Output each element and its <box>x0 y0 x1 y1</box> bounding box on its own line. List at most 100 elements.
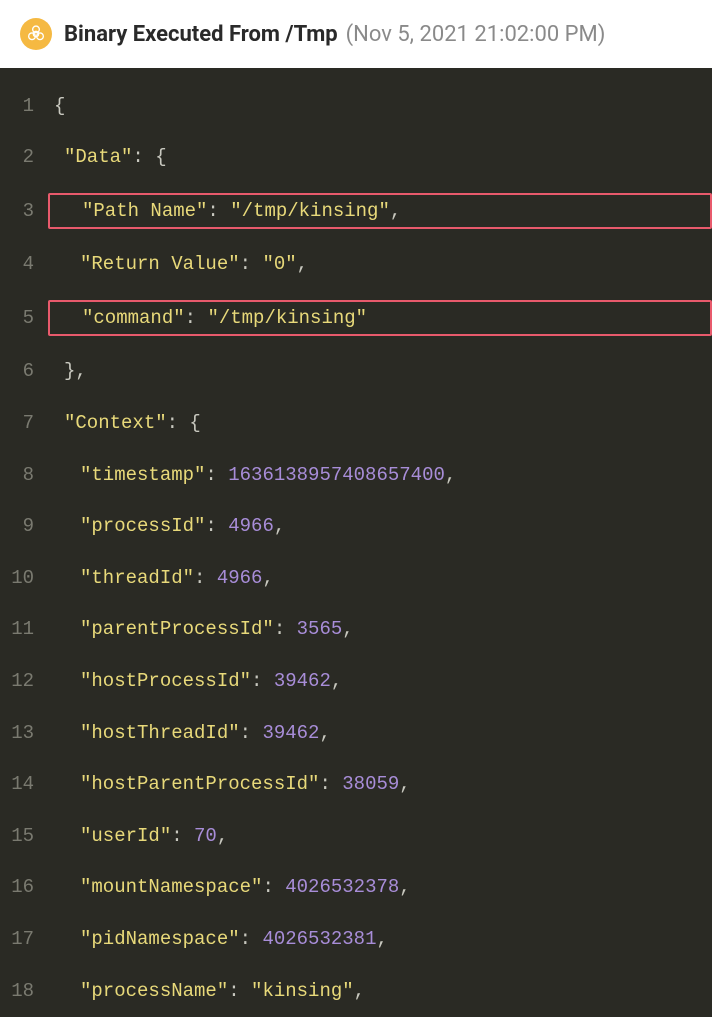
code-line: 1{ <box>0 80 712 132</box>
line-content: "parentProcessId": 3565, <box>48 613 712 646</box>
code-token: "userId" <box>80 825 171 847</box>
line-content: "hostThreadId": 39462, <box>48 717 712 750</box>
code-line: 15"userId": 70, <box>0 810 712 862</box>
alert-header: Binary Executed From /Tmp (Nov 5, 2021 2… <box>0 0 712 68</box>
code-token: : <box>240 253 263 275</box>
line-content: "processId": 4966, <box>48 510 712 543</box>
code-token: : { <box>132 146 166 168</box>
code-token: : <box>185 307 208 329</box>
code-token: 4026532381 <box>262 928 376 950</box>
line-content: "processName": "kinsing", <box>48 975 712 1008</box>
line-number: 10 <box>0 565 48 592</box>
line-number: 13 <box>0 720 48 747</box>
code-token: , <box>331 670 342 692</box>
code-viewer: 1{2"Data": {3"Path Name": "/tmp/kinsing"… <box>0 68 712 1017</box>
code-token: : <box>207 200 230 222</box>
code-token: : <box>228 980 251 1002</box>
line-number: 3 <box>0 198 48 225</box>
code-token: "Data" <box>64 146 132 168</box>
code-token: : <box>205 515 228 537</box>
code-token: "Path Name" <box>82 200 207 222</box>
line-content: }, <box>48 355 712 388</box>
code-token: 4026532378 <box>285 876 399 898</box>
code-token: : <box>205 464 228 486</box>
line-content: { <box>48 90 712 123</box>
code-line: 11"parentProcessId": 3565, <box>0 604 712 656</box>
line-content: "command": "/tmp/kinsing" <box>48 300 712 337</box>
code-line: 2"Data": { <box>0 132 712 184</box>
code-token: , <box>262 567 273 589</box>
code-line: 6}, <box>0 346 712 398</box>
code-line: 14"hostParentProcessId": 38059, <box>0 759 712 811</box>
code-token: "hostParentProcessId" <box>80 773 319 795</box>
code-token: : { <box>167 412 201 434</box>
alert-timestamp: (Nov 5, 2021 21:02:00 PM) <box>346 22 606 47</box>
code-token: "/tmp/kinsing" <box>230 200 390 222</box>
alert-title: Binary Executed From /Tmp <box>64 22 338 47</box>
code-token: : <box>240 928 263 950</box>
code-token: "Context" <box>64 412 167 434</box>
code-token: "threadId" <box>80 567 194 589</box>
code-token: : <box>171 825 194 847</box>
code-token: 39462 <box>262 722 319 744</box>
code-token: "kinsing" <box>251 980 354 1002</box>
code-token: "0" <box>262 253 296 275</box>
code-token: , <box>390 200 401 222</box>
code-token: "parentProcessId" <box>80 618 274 640</box>
code-token: , <box>297 253 308 275</box>
code-token: , <box>319 722 330 744</box>
code-token: "pidNamespace" <box>80 928 240 950</box>
line-number: 2 <box>0 144 48 171</box>
code-token: "processName" <box>80 980 228 1002</box>
code-token: , <box>217 825 228 847</box>
line-number: 18 <box>0 978 48 1005</box>
code-line: 5"command": "/tmp/kinsing" <box>0 290 712 346</box>
code-line: 12"hostProcessId": 39462, <box>0 656 712 708</box>
line-number: 17 <box>0 926 48 953</box>
code-line: 7"Context": { <box>0 398 712 450</box>
line-number: 8 <box>0 462 48 489</box>
code-token: , <box>399 773 410 795</box>
code-token: "hostThreadId" <box>80 722 240 744</box>
line-number: 1 <box>0 93 48 120</box>
code-token: 39462 <box>274 670 331 692</box>
code-line: 18"processName": "kinsing", <box>0 965 712 1017</box>
line-number: 16 <box>0 874 48 901</box>
line-number: 7 <box>0 410 48 437</box>
code-token: "Return Value" <box>80 253 240 275</box>
code-token: "processId" <box>80 515 205 537</box>
line-content: "Context": { <box>48 407 712 440</box>
biohazard-icon <box>20 18 52 50</box>
code-token: : <box>251 670 274 692</box>
line-number: 6 <box>0 358 48 385</box>
code-token: , <box>354 980 365 1002</box>
line-number: 15 <box>0 823 48 850</box>
line-number: 5 <box>0 305 48 332</box>
code-token: { <box>54 95 65 117</box>
code-token: "/tmp/kinsing" <box>207 307 367 329</box>
line-content: "hostProcessId": 39462, <box>48 665 712 698</box>
code-token: , <box>399 876 410 898</box>
header-text: Binary Executed From /Tmp (Nov 5, 2021 2… <box>64 22 605 47</box>
code-token: : <box>194 567 217 589</box>
code-token: "mountNamespace" <box>80 876 262 898</box>
code-token: "hostProcessId" <box>80 670 251 692</box>
code-line: 13"hostThreadId": 39462, <box>0 707 712 759</box>
line-content: "hostParentProcessId": 38059, <box>48 768 712 801</box>
code-token: : <box>240 722 263 744</box>
code-token: 70 <box>194 825 217 847</box>
code-line: 3"Path Name": "/tmp/kinsing", <box>0 183 712 239</box>
line-content: "Data": { <box>48 141 712 174</box>
code-token: 4966 <box>228 515 274 537</box>
code-token: 3565 <box>297 618 343 640</box>
code-line: 17"pidNamespace": 4026532381, <box>0 914 712 966</box>
code-token: "timestamp" <box>80 464 205 486</box>
line-content: "userId": 70, <box>48 820 712 853</box>
code-token: : <box>319 773 342 795</box>
biohazard-svg <box>26 24 46 44</box>
line-content: "Path Name": "/tmp/kinsing", <box>48 193 712 230</box>
code-token: 4966 <box>217 567 263 589</box>
code-line: 9"processId": 4966, <box>0 501 712 553</box>
code-token: }, <box>64 360 87 382</box>
code-token: , <box>445 464 456 486</box>
